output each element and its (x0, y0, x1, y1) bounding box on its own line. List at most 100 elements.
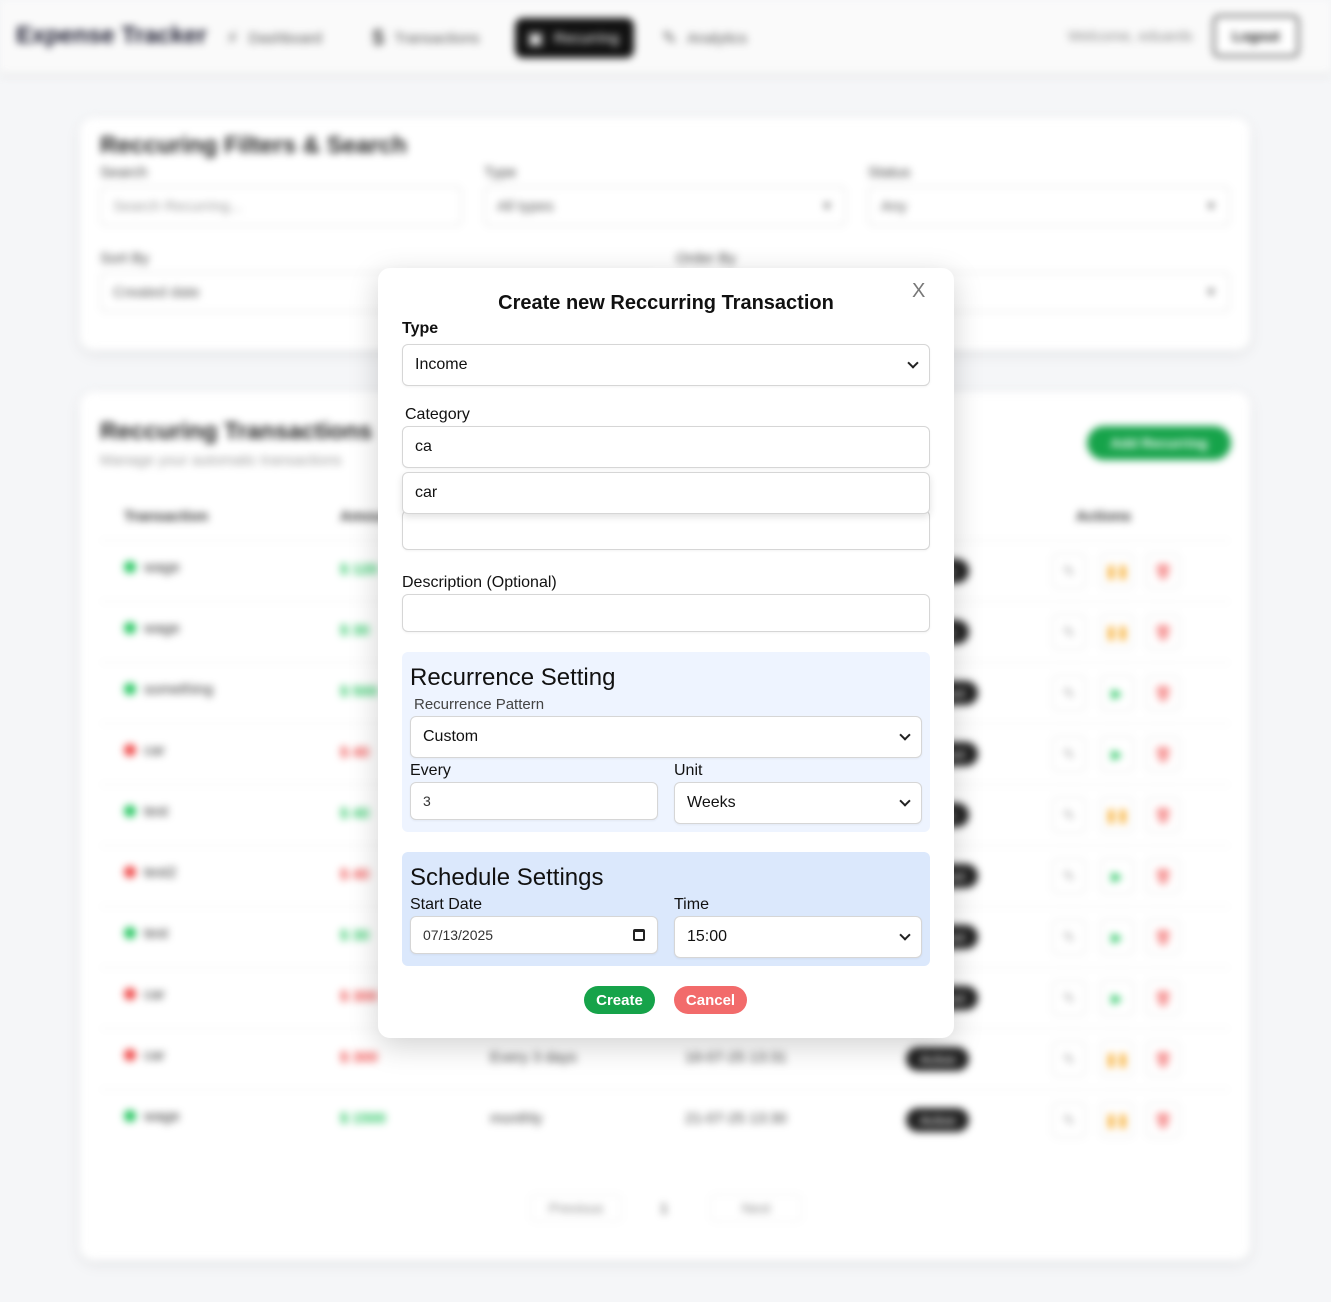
delete-icon[interactable]: 🗑 (1146, 980, 1180, 1016)
play-icon[interactable]: ▶ (1100, 858, 1134, 894)
time-select[interactable]: 15:00 (674, 916, 922, 958)
status-badge: Active (906, 1108, 970, 1132)
type-value: Income (415, 356, 468, 373)
type-indicator-dot (124, 866, 136, 878)
logout-button[interactable]: Logout (1213, 15, 1299, 57)
pause-icon[interactable]: ❚❚ (1100, 614, 1134, 650)
pattern-select[interactable]: Custom (410, 716, 922, 758)
pause-icon[interactable]: ❚❚ (1100, 553, 1134, 589)
chevron-down-icon (899, 929, 911, 941)
close-icon[interactable]: X (912, 280, 925, 303)
delete-icon[interactable]: 🗑 (1146, 1102, 1180, 1138)
every-value: 3 (423, 793, 431, 809)
transaction-amount: $ 120 (340, 561, 378, 578)
delete-icon[interactable]: 🗑 (1146, 553, 1180, 589)
play-icon[interactable]: ▶ (1100, 980, 1134, 1016)
transaction-amount: $ 30 (340, 927, 370, 944)
transaction-frequency: monthly (490, 1110, 543, 1127)
cancel-button[interactable]: Cancel (674, 986, 747, 1014)
edit-icon[interactable]: ✎ (1052, 553, 1086, 589)
delete-icon[interactable]: 🗑 (1146, 858, 1180, 894)
play-icon[interactable]: ▶ (1100, 919, 1134, 955)
delete-icon[interactable]: 🗑 (1146, 675, 1180, 711)
edit-icon[interactable]: ✎ (1052, 675, 1086, 711)
description-input[interactable] (402, 594, 930, 632)
modal-title: Create new Reccurring Transaction (498, 292, 834, 314)
transaction-name: test (144, 803, 169, 820)
delete-icon[interactable]: 🗑 (1146, 1041, 1180, 1077)
transaction-name: wage (144, 559, 180, 576)
type-indicator-dot (124, 744, 136, 756)
transaction-name: car (144, 742, 165, 759)
play-icon[interactable]: ▶ (1100, 675, 1134, 711)
edit-icon[interactable]: ✎ (1052, 1041, 1086, 1077)
sort-label: Sort By (100, 250, 150, 267)
start-date-input[interactable]: 07/13/2025 (410, 916, 658, 954)
start-date-label: Start Date (410, 896, 483, 913)
delete-icon[interactable]: 🗑 (1146, 919, 1180, 955)
create-button[interactable]: Create (584, 986, 655, 1014)
pattern-label: Recurrence Pattern (414, 696, 545, 713)
nav-recurring[interactable]: ▣ Recurring (515, 18, 634, 58)
status-filter-label: Status (868, 164, 911, 181)
nav-dashboard[interactable]: ⚡ Dashboard (214, 18, 334, 58)
edit-icon[interactable]: ✎ (1052, 736, 1086, 772)
edit-icon[interactable]: ✎ (1052, 858, 1086, 894)
dollar-icon: $ (372, 25, 385, 50)
delete-icon[interactable]: 🗑 (1146, 736, 1180, 772)
welcome-text: Welcome, eduards (1068, 28, 1193, 45)
brand-logo: Expense Tracker (16, 22, 207, 49)
add-recurring-button[interactable]: Add Recurring (1087, 426, 1231, 460)
nav-transactions-label: Transactions (394, 29, 480, 47)
unit-select[interactable]: Weeks (674, 782, 922, 824)
play-icon[interactable]: ▶ (1100, 736, 1134, 772)
delete-icon[interactable]: 🗑 (1146, 614, 1180, 650)
next-page-button[interactable]: Next (710, 1194, 802, 1222)
search-label: Search (100, 164, 148, 181)
edit-icon[interactable]: ✎ (1052, 1102, 1086, 1138)
transaction-next-run: 16-07-25 13:31 (685, 1049, 787, 1066)
schedule-settings-panel: Schedule Settings Start Date 07/13/2025 … (402, 852, 930, 966)
transaction-next-run: 21-07-25 13:30 (685, 1110, 787, 1127)
pattern-value: Custom (423, 728, 479, 745)
edit-icon[interactable]: ✎ (1052, 797, 1086, 833)
transaction-amount: $ 500 (340, 683, 378, 700)
type-indicator-dot (124, 1049, 136, 1061)
amount-input[interactable] (402, 510, 930, 550)
pause-icon[interactable]: ❚❚ (1100, 1041, 1134, 1077)
nav-recurring-label: Recurring (554, 29, 620, 47)
recurrence-title: Recurrence Setting (410, 664, 616, 691)
transaction-name: test2 (144, 864, 177, 881)
type-indicator-dot (124, 988, 136, 1000)
type-filter-select[interactable]: All types ▼ (484, 186, 846, 226)
category-suggestion-item[interactable]: car (402, 472, 930, 514)
every-input[interactable]: 3 (410, 782, 658, 820)
edit-icon[interactable]: ✎ (1052, 614, 1086, 650)
chart-icon: ✎ (662, 27, 678, 48)
category-label: Category (405, 406, 470, 423)
edit-icon[interactable]: ✎ (1052, 919, 1086, 955)
type-filter-label: Type (484, 164, 517, 181)
calendar-icon[interactable] (633, 929, 645, 941)
pause-icon[interactable]: ❚❚ (1100, 1102, 1134, 1138)
category-input[interactable]: ca (402, 426, 930, 468)
nav-transactions[interactable]: $ Transactions (360, 18, 492, 58)
nav-analytics[interactable]: ✎ Analytics (650, 18, 759, 58)
filters-title: Reccuring Filters & Search (100, 132, 407, 159)
search-input[interactable]: Search Recurring... (100, 186, 462, 226)
every-label: Every (410, 762, 451, 779)
type-indicator-dot (124, 561, 136, 573)
previous-page-button[interactable]: Previous (530, 1194, 622, 1222)
pause-icon[interactable]: ❚❚ (1100, 797, 1134, 833)
edit-icon[interactable]: ✎ (1052, 980, 1086, 1016)
chevron-down-icon (907, 357, 919, 369)
type-select[interactable]: Income (402, 344, 930, 386)
type-indicator-dot (124, 1110, 136, 1122)
transaction-amount: $ 40 (340, 866, 370, 883)
transaction-amount: $ 1500 (340, 1110, 386, 1127)
type-indicator-dot (124, 805, 136, 817)
delete-icon[interactable]: 🗑 (1146, 797, 1180, 833)
status-filter-select[interactable]: Any ▼ (868, 186, 1230, 226)
transaction-name: car (144, 1047, 165, 1064)
order-label: Order By (676, 250, 737, 267)
